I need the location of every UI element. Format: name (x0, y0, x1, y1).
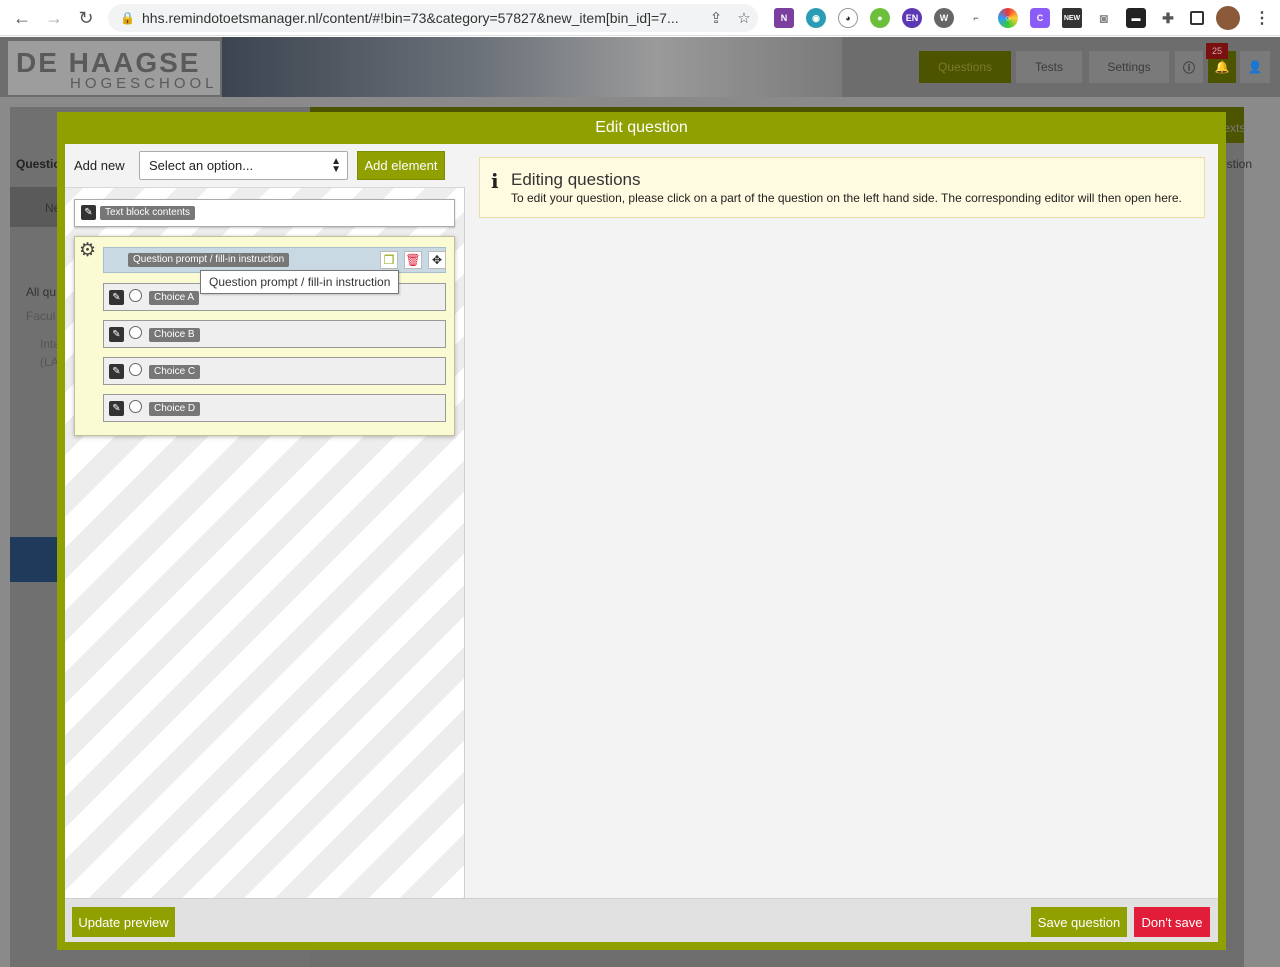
color-extension-icon[interactable]: ○ (998, 8, 1018, 28)
address-bar[interactable]: 🔒 hhs.remindotoetsmanager.nl/content/#!b… (108, 4, 758, 32)
url-text[interactable]: hhs.remindotoetsmanager.nl/content/#!bin… (142, 10, 702, 26)
drop-extension-icon[interactable]: ● (870, 8, 890, 28)
menu-kebab-icon[interactable]: ⋮ (1252, 8, 1272, 28)
choice-tag: Choice A (149, 291, 200, 305)
bg-sidebar-title: Questio (16, 157, 61, 171)
extension-icon[interactable]: ◉ (806, 8, 826, 28)
gear-icon[interactable]: ⚙ (79, 241, 96, 260)
sidepanel-icon[interactable] (1190, 11, 1204, 25)
text-block-tag: Text block contents (100, 206, 196, 220)
header-banner-image (222, 37, 842, 97)
prompt-tag: Question prompt / fill-in instruction (128, 253, 290, 267)
pencil-icon[interactable]: ✎ (109, 327, 124, 342)
glasses-extension-icon[interactable]: ⌐ (966, 8, 986, 28)
lock-icon: 🔒 (120, 11, 135, 25)
question-block[interactable]: ⚙ Question prompt / fill-in instruction … (74, 236, 455, 436)
select-value: Select an option... (149, 158, 254, 173)
new-extension-icon[interactable]: NEW (1062, 8, 1082, 28)
mask-extension-icon[interactable]: ▬ (1126, 8, 1146, 28)
info-icon[interactable]: ⓘ (1175, 51, 1203, 83)
logo-line2: HOGESCHOOL (70, 75, 218, 92)
copy-icon[interactable]: ❐ (380, 251, 398, 269)
delete-icon[interactable]: 🗑 (404, 251, 422, 269)
site-header: DE HAAGSE HOGESCHOOL Questions Tests Set… (0, 37, 1280, 97)
radio-icon (129, 363, 142, 376)
choice-item[interactable]: ✎ Choice D (103, 394, 446, 422)
radio-icon (129, 289, 142, 302)
choice-tag: Choice B (149, 328, 200, 342)
update-preview-button[interactable]: Update preview (72, 907, 175, 937)
dont-save-button[interactable]: Don't save (1134, 907, 1210, 937)
info-text: To edit your question, please click on a… (511, 191, 1182, 205)
bg-sidebar-la: (LA (40, 355, 59, 369)
info-title: Editing questions (511, 170, 641, 189)
add-element-button[interactable]: Add element (357, 151, 445, 180)
reload-icon[interactable]: ↻ (70, 2, 102, 34)
nav-questions[interactable]: Questions (919, 51, 1011, 83)
pencil-icon[interactable]: ✎ (109, 290, 124, 305)
choice-tag: Choice D (149, 402, 201, 416)
add-new-label: Add new (74, 158, 125, 173)
info-icon: i (491, 169, 499, 193)
question-structure-pane: Add new Select an option... ▲ ▼ Add eleme… (65, 144, 465, 898)
notification-badge: 25 (1206, 43, 1228, 59)
add-element-toolbar: Add new Select an option... ▲ ▼ Add eleme… (65, 144, 465, 188)
edit-question-dialog: Edit question Add new Select an option..… (57, 112, 1226, 950)
bg-sidebar-faculty: Facul (26, 309, 56, 323)
text-block-element[interactable]: ✎ Text block contents (74, 199, 455, 227)
choice-item[interactable]: ✎ Choice C (103, 357, 446, 385)
user-icon[interactable]: 👤 (1240, 51, 1270, 83)
dialog-footer: Update preview Save question Don't save (65, 898, 1218, 942)
canva-extension-icon[interactable]: C (1030, 8, 1050, 28)
bookmark-star-icon[interactable]: ☆ (730, 9, 758, 27)
camera-extension-icon[interactable]: ◙ (1094, 8, 1114, 28)
element-type-select[interactable]: Select an option... ▲ ▼ (139, 151, 348, 180)
browser-toolbar: ← → ↻ 🔒 hhs.remindotoetsmanager.nl/conte… (0, 0, 1280, 36)
tooltip: Question prompt / fill-in instruction (200, 270, 400, 294)
pencil-icon[interactable]: ✎ (81, 205, 96, 220)
share-icon[interactable]: ⇪ (702, 9, 730, 27)
onenote-extension-icon[interactable]: N (774, 8, 794, 28)
wordpress-extension-icon[interactable]: W (934, 8, 954, 28)
extensions-bar: N ◉ ◕ ● EN W ⌐ ○ C NEW ◙ ▬ ✚ ⋮ (768, 4, 1278, 32)
radio-icon (129, 326, 142, 339)
panda-extension-icon[interactable]: ◕ (838, 8, 858, 28)
forward-icon[interactable]: → (38, 2, 70, 34)
dialog-title: Edit question (595, 119, 688, 136)
school-logo[interactable]: DE HAAGSE HOGESCHOOL (8, 41, 220, 95)
save-question-button[interactable]: Save question (1031, 907, 1127, 937)
editing-info-box: i Editing questions To edit your questio… (479, 157, 1205, 218)
back-icon[interactable]: ← (6, 2, 38, 34)
choice-tag: Choice C (149, 365, 201, 379)
choice-item[interactable]: ✎ Choice B (103, 320, 446, 348)
profile-avatar[interactable] (1216, 6, 1240, 30)
select-arrows-icon: ▲ ▼ (331, 156, 341, 175)
language-extension-icon[interactable]: EN (902, 8, 922, 28)
nav-settings[interactable]: Settings (1089, 51, 1169, 83)
bg-sidebar-all: All qu (26, 285, 57, 299)
radio-icon (129, 400, 142, 413)
dialog-body: Add new Select an option... ▲ ▼ Add eleme… (65, 144, 1218, 942)
nav-tests[interactable]: Tests (1016, 51, 1082, 83)
puzzle-extensions-icon[interactable]: ✚ (1158, 8, 1178, 28)
move-icon[interactable]: ✥ (428, 251, 446, 269)
pencil-icon[interactable]: ✎ (109, 401, 124, 416)
pencil-icon[interactable]: ✎ (109, 364, 124, 379)
